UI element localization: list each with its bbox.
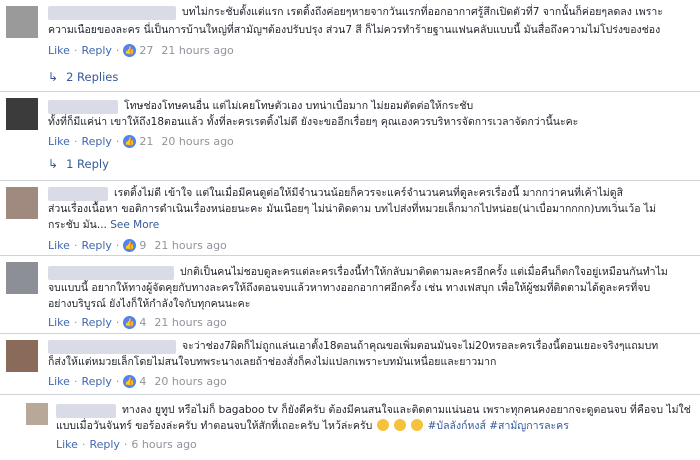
like-link[interactable]: Like (48, 316, 70, 329)
timestamp[interactable]: 20 hours ago (154, 375, 226, 388)
comment-text-main: แบบเมื่อวันจันทร์ ขอร้องล่ะครับ ทำตอนจบใ… (56, 420, 373, 432)
timestamp[interactable]: 20 hours ago (161, 135, 233, 148)
comment-text-line: จะว่าช่อง7ผิดก็ไม่ถูกแล่นเอาตั้ง18ตอนถ้า… (182, 340, 659, 352)
commenter-name[interactable] (48, 187, 108, 201)
comment-text-line: ทั้งที่ก็มีแค่น่า เขาให้ถึง18ตอนแล้ว ทั้… (48, 116, 579, 128)
commenter-name[interactable] (48, 340, 176, 354)
like-count[interactable]: 21 (139, 135, 153, 148)
comment-text-line: แบบเมื่อวันจันทร์ ขอร้องล่ะครับ ทำตอนจบใ… (56, 418, 569, 434)
divider (0, 333, 700, 334)
separator: · (73, 44, 78, 57)
comment-text-line: บทไม่กระชับตั้งแต่แรก เรตติ้งถึงค่อยๆหาย… (182, 6, 663, 18)
reply-link[interactable]: Reply (81, 316, 111, 329)
separator: · (73, 316, 78, 329)
comment-text-line: ความเนือยของละคร นี่เป็นการบ้านใหญ่ที่สา… (48, 24, 661, 36)
divider (0, 255, 700, 256)
like-link[interactable]: Like (48, 135, 70, 148)
like-count[interactable]: 4 (139, 375, 146, 388)
reply-link[interactable]: Reply (81, 375, 111, 388)
like-count[interactable]: 4 (139, 316, 146, 329)
divider (0, 180, 700, 181)
comment-text-line: โทษช่องโทษคนอื่น แต่ไม่เคยโทษตัวเอง บทน่… (124, 100, 474, 112)
comment-text-line: ทางลง ยูทูป หรือไม่ก็ bagaboo tv ก็ยังดี… (122, 404, 691, 416)
divider (0, 91, 700, 92)
thumbs-up-icon[interactable]: 👍 (123, 239, 137, 252)
commenter-name[interactable] (48, 100, 118, 114)
avatar[interactable] (6, 6, 38, 38)
replies-count[interactable]: 2 Replies (66, 70, 118, 84)
reply-link[interactable]: Reply (81, 135, 111, 148)
divider (0, 394, 700, 395)
commenter-name[interactable] (48, 266, 174, 280)
thumbs-up-icon[interactable]: 👍 (123, 44, 137, 57)
separator: · (115, 316, 120, 329)
commenter-name[interactable] (56, 404, 116, 418)
reply-link[interactable]: Reply (81, 44, 111, 57)
like-count[interactable]: 27 (139, 44, 153, 57)
separator: · (73, 375, 78, 388)
sad-face-emoji (411, 419, 424, 431)
comment-actions: Like · Reply · 👍 21 20 hours ago (48, 135, 234, 148)
comment-text-line: ปกติเป็นคนไม่ชอบดูละครแต่ละครเรื่องนี้ทำ… (180, 266, 668, 278)
commenter-name[interactable] (48, 6, 176, 20)
comment-actions: Like · Reply · 6 hours ago (56, 438, 197, 451)
separator: · (115, 135, 120, 148)
like-link[interactable]: Like (56, 438, 78, 451)
see-more-link[interactable]: See More (110, 219, 159, 231)
avatar[interactable] (6, 187, 38, 219)
reply-arrow-icon: ↳ (48, 70, 59, 84)
thumbs-up-icon[interactable]: 👍 (123, 135, 137, 148)
thumbs-up-icon[interactable]: 👍 (123, 316, 137, 329)
truncated-text: กระชับ มัน... (48, 219, 107, 231)
reply-arrow-icon: ↳ (48, 157, 59, 171)
separator: · (115, 44, 120, 57)
sad-face-emoji (393, 419, 406, 431)
timestamp[interactable]: 21 hours ago (154, 316, 226, 329)
timestamp[interactable]: 6 hours ago (131, 438, 196, 451)
comment-text-line: ก็ส่งให้แต่หมวยเล็กโดยไม่สนใจบทพระนางเลย… (48, 356, 497, 368)
like-link[interactable]: Like (48, 239, 70, 252)
separator: · (73, 239, 78, 252)
avatar[interactable] (6, 340, 38, 372)
avatar[interactable] (6, 98, 38, 130)
comment-text-line: อย่างบริบูรณ์ ยังไงก็ให้กำลังใจกับทุกคนน… (48, 298, 251, 310)
comment-text-line: เรตติ้งไม่ดี เข้าใจ แต่ในเมื่อมีคนดูต่อใ… (114, 187, 623, 199)
comment-actions: Like · Reply · 👍 27 21 hours ago (48, 44, 234, 57)
sad-face-emoji (376, 419, 389, 431)
timestamp[interactable]: 21 hours ago (154, 239, 226, 252)
separator: · (115, 239, 120, 252)
comment-text-line: กระชับ มัน... See More (48, 217, 159, 233)
comment-text-line: ส่วนเรื่องเนื้อหา ขอติการดำเนินเรื่องหน่… (48, 203, 657, 215)
comment-actions: Like · Reply · 👍 4 21 hours ago (48, 316, 227, 329)
thumbs-up-icon[interactable]: 👍 (123, 375, 137, 388)
like-link[interactable]: Like (48, 44, 70, 57)
separator: · (123, 438, 128, 451)
replies-count[interactable]: 1 Reply (66, 157, 109, 171)
like-count[interactable]: 9 (139, 239, 146, 252)
comment-actions: Like · Reply · 👍 4 20 hours ago (48, 375, 227, 388)
comment-text-line: จบแบบนี้ อยากให้ทางผู้จัดคุยกับทางละครให… (48, 282, 651, 294)
separator: · (115, 375, 120, 388)
view-replies-link[interactable]: ↳ 2 Replies (48, 70, 118, 84)
reply-link[interactable]: Reply (89, 438, 119, 451)
view-replies-link[interactable]: ↳ 1 Reply (48, 157, 109, 171)
like-link[interactable]: Like (48, 375, 70, 388)
reply-link[interactable]: Reply (81, 239, 111, 252)
avatar[interactable] (26, 403, 48, 425)
separator: · (73, 135, 78, 148)
avatar[interactable] (6, 262, 38, 294)
comment-actions: Like · Reply · 👍 9 21 hours ago (48, 239, 227, 252)
hashtag-links[interactable]: #บัลลังก์หงส์ #สามัญการละคร (428, 420, 569, 432)
separator: · (81, 438, 86, 451)
timestamp[interactable]: 21 hours ago (161, 44, 233, 57)
